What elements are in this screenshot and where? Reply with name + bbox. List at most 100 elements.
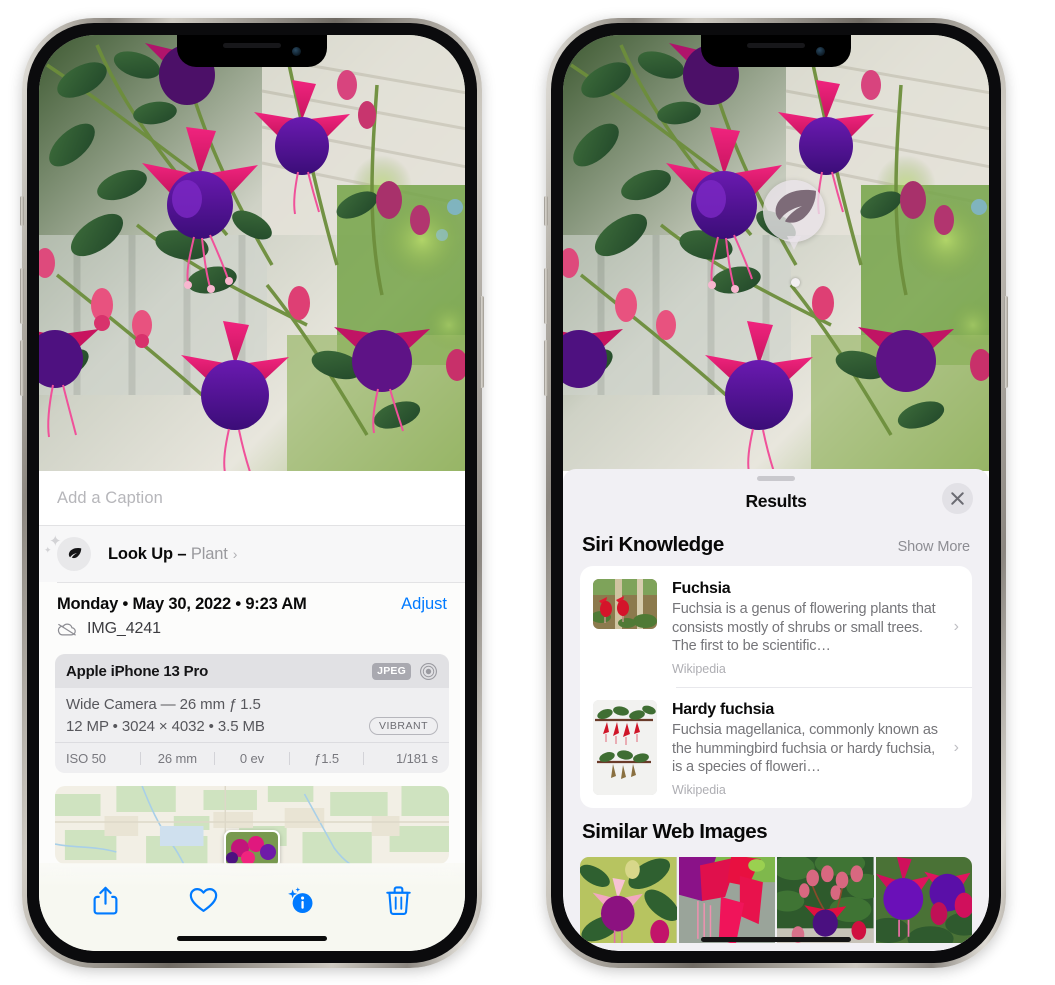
fuchsia-pink-purple-leaf-thumb[interactable] (580, 856, 677, 943)
knowledge-item[interactable]: Hardy fuchsia Fuchsia magellanica, commo… (580, 686, 972, 808)
knowledge-title: Fuchsia (672, 580, 731, 597)
section-title: Siri Knowledge (582, 533, 724, 556)
close-button[interactable] (942, 483, 973, 514)
fuchsia-photo-illustration (39, 35, 465, 471)
screen-left: Add a Caption ✦ ✦ Look Up – Plant › Mond… (39, 35, 465, 951)
volume-down-button[interactable] (20, 340, 24, 396)
photographic-style-badge: VIBRANT (368, 717, 438, 735)
heart-icon (189, 888, 217, 912)
exif-stat-ev: 0 ev (239, 750, 265, 766)
knowledge-source: Wikipedia (672, 661, 726, 676)
caption-input-row[interactable]: Add a Caption (39, 471, 465, 526)
chevron-right-icon: › (232, 546, 238, 562)
chevron-right-icon: › (953, 739, 959, 757)
info-sparkle-icon (288, 886, 313, 913)
location-map[interactable] (55, 786, 449, 864)
info-button[interactable] (274, 880, 328, 920)
phone-bezel: Results Siri Knowledge Show More Fuchsia… (551, 23, 1001, 963)
look-up-subject: Plant (190, 544, 228, 563)
share-icon (93, 886, 118, 915)
photo-info-sheet: Add a Caption ✦ ✦ Look Up – Plant › Mond… (39, 471, 465, 951)
photo-viewer[interactable] (39, 35, 465, 471)
home-indicator[interactable] (701, 937, 851, 942)
exif-body: Wide Camera — 26 mm ƒ 1.5 12 MP • 3024 ×… (55, 688, 449, 742)
chevron-right-icon: › (953, 618, 959, 636)
volume-down-button[interactable] (544, 340, 548, 396)
hardy-fuchsia-branch-thumb (593, 699, 657, 795)
close-icon (951, 492, 964, 505)
web-image-2 (678, 856, 775, 943)
knowledge-title: Hardy fuchsia (672, 700, 774, 718)
screen-right: Results Siri Knowledge Show More Fuchsia… (563, 35, 989, 951)
silence-switch[interactable] (544, 196, 548, 226)
phone-bezel: Add a Caption ✦ ✦ Look Up – Plant › Mond… (27, 23, 477, 963)
power-button[interactable] (1004, 296, 1008, 388)
image-size-info: 12 MP • 3024 × 4032 • 3.5 MB (66, 717, 265, 735)
web-image-1 (580, 856, 677, 943)
photo-filename: IMG_4241 (87, 620, 161, 637)
earpiece-speaker (223, 43, 281, 48)
badge-tail (787, 236, 801, 250)
exif-stats-row: ISO 50 26 mm 0 ev ƒ1.5 1/181 s (55, 742, 449, 773)
date-block: Monday • May 30, 2022 • 9:23 AM Adjust I… (39, 582, 465, 648)
detection-anchor-dot (791, 278, 800, 287)
exif-stat-aperture: ƒ1.5 (314, 750, 340, 766)
earpiece-speaker (747, 43, 805, 48)
volume-up-button[interactable] (20, 268, 24, 324)
look-up-text: Look Up – (108, 544, 187, 563)
section-title: Similar Web Images (582, 819, 768, 843)
fuchsia-red-flowers-thumb (593, 579, 657, 629)
exif-stat-focal: 26 mm (157, 750, 197, 766)
leaf-icon (775, 189, 816, 223)
web-image-3 (777, 856, 874, 943)
icloud-slash-icon (57, 623, 76, 635)
siri-knowledge-card: Fuchsia Fuchsia is a genus of flowering … (580, 566, 972, 808)
knowledge-source: Wikipedia (672, 782, 726, 797)
front-camera-icon (292, 47, 301, 56)
show-more-button[interactable]: Show More (898, 539, 971, 555)
knowledge-body: Fuchsia Fuchsia is a genus of flowering … (672, 579, 952, 676)
share-button[interactable] (79, 880, 133, 920)
trash-icon (386, 885, 411, 915)
look-up-row[interactable]: ✦ ✦ Look Up – Plant › (39, 526, 465, 582)
fuchsia-bush-buds-thumb[interactable] (777, 856, 874, 943)
aperture-icon (420, 662, 437, 680)
results-header: Results (563, 481, 989, 521)
notch (177, 35, 327, 67)
siri-knowledge-header: Siri Knowledge Show More (563, 521, 989, 566)
sparkle-small-icon: ✦ (44, 545, 52, 555)
fuchsia-purple-hanging-thumb[interactable] (875, 856, 972, 943)
similar-web-images-header: Similar Web Images (563, 808, 989, 853)
web-image-4 (875, 856, 972, 943)
leaf-icon: ✦ ✦ (44, 533, 91, 571)
leaf-glyph (68, 547, 81, 558)
photo-date: Monday • May 30, 2022 • 9:23 AM (57, 595, 307, 613)
volume-up-button[interactable] (544, 268, 548, 324)
adjust-date-button[interactable]: Adjust (401, 595, 447, 614)
thumbnail-illustration (593, 699, 657, 795)
map-photo-pin[interactable] (224, 830, 280, 864)
power-button[interactable] (480, 296, 484, 388)
caption-placeholder: Add a Caption (57, 488, 163, 507)
knowledge-item[interactable]: Fuchsia Fuchsia is a genus of flowering … (580, 566, 972, 687)
knowledge-description: Fuchsia is a genus of flowering plants t… (672, 601, 936, 655)
silence-switch[interactable] (20, 196, 24, 226)
favorite-button[interactable] (176, 880, 230, 920)
visual-lookup-leaf-badge[interactable] (763, 180, 825, 250)
phone-right: Results Siri Knowledge Show More Fuchsia… (544, 18, 1008, 968)
front-camera-icon (816, 47, 825, 56)
map-pin-thumbnail (226, 832, 278, 864)
exif-card[interactable]: Apple iPhone 13 Pro JPEG Wide Camera — 2… (55, 654, 449, 773)
thumbnail-illustration (593, 579, 657, 629)
exif-stat-iso: ISO 50 (66, 750, 106, 766)
delete-button[interactable] (371, 880, 425, 920)
results-sheet: Results Siri Knowledge Show More Fuchsia… (563, 469, 989, 951)
home-indicator[interactable] (177, 936, 327, 941)
notch (701, 35, 851, 67)
fuchsia-red-closeup-thumb[interactable] (678, 856, 775, 943)
exif-stat-shutter: 1/181 s (396, 750, 438, 766)
look-up-label: Look Up – Plant (108, 545, 228, 564)
photo-viewer[interactable] (563, 35, 989, 471)
phone-glass: Results Siri Knowledge Show More Fuchsia… (563, 35, 989, 951)
similar-web-images-strip[interactable] (563, 856, 989, 943)
